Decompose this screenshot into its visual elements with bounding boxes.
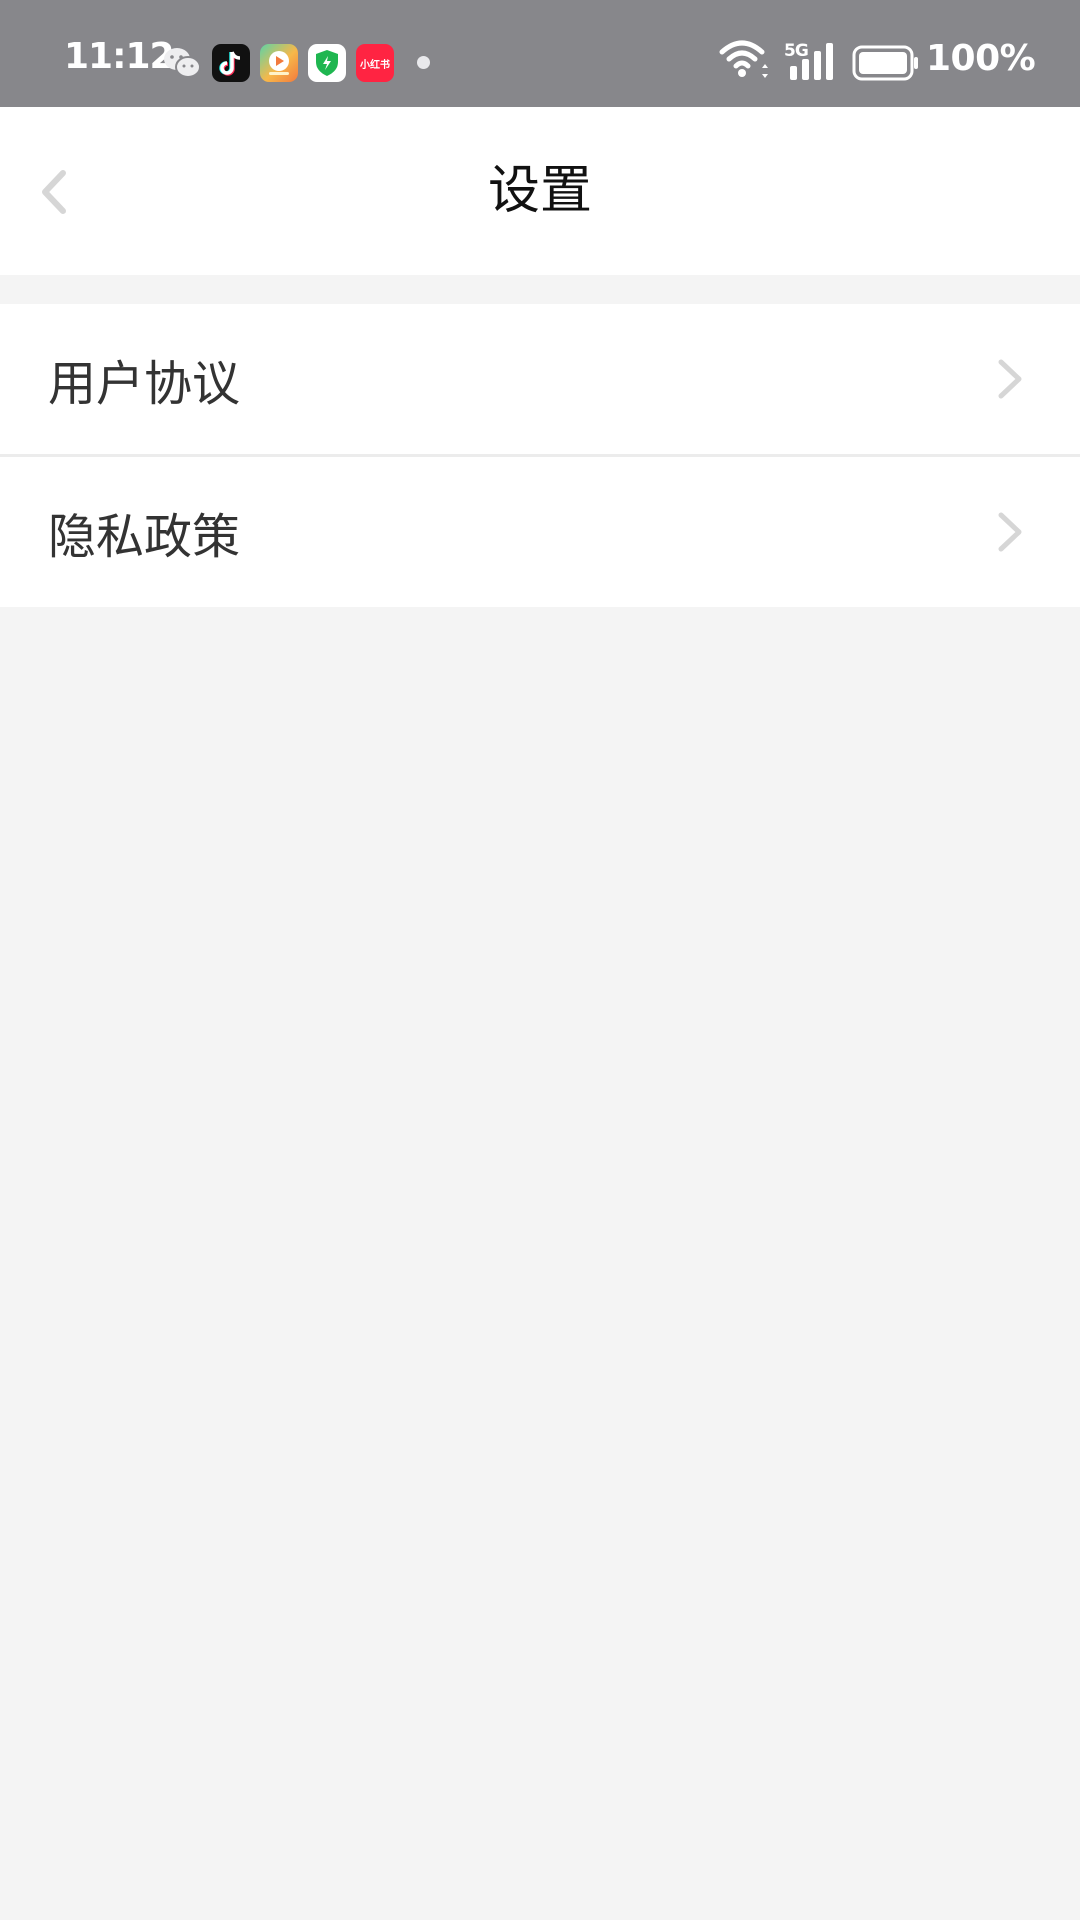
list-item-user-agreement[interactable]: 用户协议 [0,304,1080,454]
network-type-label: 5G [784,41,809,61]
wechat-icon [163,44,201,82]
xiaohongshu-icon: 小红书 [356,44,394,82]
video-app-icon [260,44,298,82]
notification-dot-icon [417,56,430,69]
status-bar: 11:12 小红书 5G 100% [0,0,1080,107]
battery-icon [852,45,920,85]
status-time: 11:12 [64,36,175,77]
chevron-right-icon [990,507,1030,557]
list-item-label: 用户协议 [48,356,241,412]
battery-percent: 100% [926,38,1036,79]
page-title: 设置 [487,161,592,221]
wifi-icon [718,38,772,86]
cellular-signal-icon: 5G [784,38,840,82]
settings-list: 用户协议 隐私政策 [0,304,1080,607]
xiaohongshu-logo-text: 小红书 [360,59,390,71]
list-item-label: 隐私政策 [48,509,241,565]
nav-header: 设置 [0,107,1080,275]
list-item-privacy-policy[interactable]: 隐私政策 [0,454,1080,607]
chevron-right-icon [990,354,1030,404]
tiktok-icon [212,44,250,82]
security-shield-icon [308,44,346,82]
